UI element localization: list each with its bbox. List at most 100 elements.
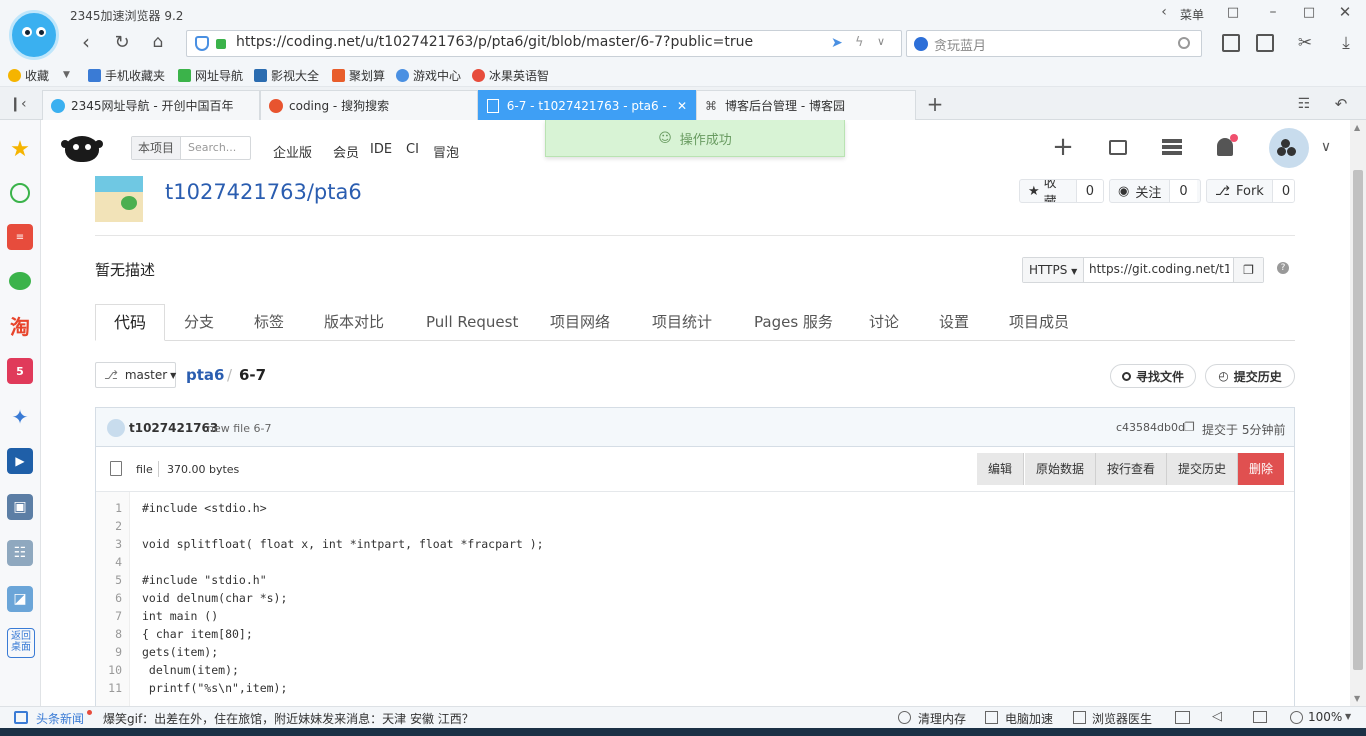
tab-sogou[interactable]: coding - 搜狗搜索	[260, 90, 478, 120]
star-icon[interactable]: ★	[7, 136, 33, 162]
back-button[interactable]: ‹	[74, 30, 98, 54]
bookmark-games[interactable]: 游戏中心	[396, 66, 461, 84]
scope-label[interactable]: 本项目	[132, 137, 182, 159]
nav-ci[interactable]: CI	[406, 142, 419, 157]
coding-logo-icon[interactable]	[61, 132, 103, 162]
tab-pages[interactable]: Pages 服务	[754, 304, 833, 340]
bookmark-juhuasuan[interactable]: 聚划算	[332, 66, 385, 84]
protocol-select[interactable]: HTTPS ▼	[1023, 258, 1085, 282]
plus-icon[interactable]: +	[1051, 132, 1075, 162]
reader-icon[interactable]	[1256, 34, 1274, 52]
tab-cnblogs[interactable]: ⌘ 博客后台管理 - 博客园	[696, 90, 916, 120]
find-file-button[interactable]: 寻找文件	[1110, 364, 1196, 388]
news-label[interactable]: 头条新闻	[36, 710, 84, 727]
url-text[interactable]: https://coding.net/u/t1027421763/p/pta6/…	[236, 34, 753, 50]
tab-network[interactable]: 项目网络	[550, 304, 610, 340]
tab-coding-active[interactable]: 6-7 - t1027421763 - pta6 - C ✕	[478, 90, 696, 120]
copy-icon[interactable]: ❐	[1233, 258, 1263, 282]
taobao-icon[interactable]: 淘	[7, 312, 33, 339]
tab-members[interactable]: 项目成员	[1009, 304, 1069, 340]
breadcrumb-repo[interactable]: pta6	[186, 366, 224, 384]
tab-pull-request[interactable]: Pull Request	[426, 304, 518, 340]
new-tab-button[interactable]: +	[924, 92, 946, 116]
zoom-level[interactable]: 100%	[1308, 710, 1342, 724]
nav-ide[interactable]: IDE	[370, 142, 392, 157]
site-search-input[interactable]: Search...	[188, 141, 236, 154]
nav-member[interactable]: 会员	[333, 142, 359, 161]
search-icon[interactable]	[1178, 37, 1190, 49]
lightning-icon[interactable]: ϟ	[855, 35, 864, 50]
undo-icon[interactable]: ↶	[1326, 94, 1356, 114]
back-desktop-icon[interactable]: 返回桌面	[7, 628, 35, 658]
close-icon[interactable]: ✕	[1336, 3, 1354, 21]
game-icon[interactable]: ✦	[7, 404, 33, 430]
tab-compare[interactable]: 版本对比	[324, 304, 384, 340]
raw-button[interactable]: 原始数据	[1025, 453, 1097, 485]
discount-icon[interactable]: 5	[7, 358, 33, 384]
volume-icon[interactable]: ◁	[1212, 709, 1222, 724]
scroll-thumb[interactable]	[1353, 170, 1363, 670]
star-counter[interactable]: ★ 收藏 0	[1019, 179, 1104, 203]
branch-select[interactable]: ⎇ master ▼	[95, 362, 176, 388]
bookmark-video[interactable]: 影视大全	[254, 66, 319, 84]
file-history-button[interactable]: 提交历史	[1167, 453, 1239, 485]
tab-discuss[interactable]: 讨论	[869, 304, 899, 340]
avatar[interactable]	[1269, 128, 1309, 168]
calculator-icon[interactable]: ☷	[7, 540, 33, 566]
repo-title[interactable]: t1027421763/pta6	[165, 180, 362, 204]
site-search[interactable]: 本项目 Search...	[131, 136, 251, 160]
picture-icon[interactable]	[1175, 711, 1190, 724]
sidebar-toggle-icon[interactable]: ❙‹	[8, 95, 28, 113]
help-icon[interactable]: ?	[1277, 262, 1289, 274]
skin-icon[interactable]: □	[1224, 3, 1242, 21]
delete-button[interactable]: 删除	[1238, 453, 1285, 485]
clean-memory-button[interactable]: 清理内存	[918, 710, 966, 727]
doctor-button[interactable]: 浏览器医生	[1092, 710, 1152, 727]
tab-stats[interactable]: 项目统计	[652, 304, 712, 340]
home-button[interactable]: ⌂	[146, 30, 170, 54]
tab-code[interactable]: 代码	[95, 304, 165, 341]
watch-counter[interactable]: ◉ 关注 0	[1109, 179, 1201, 203]
chevron-down-icon[interactable]: ∨	[877, 35, 885, 48]
fork-counter[interactable]: ⎇ Fork 0	[1206, 179, 1295, 203]
commit-user[interactable]: t1027421763	[129, 421, 218, 435]
collapse-left-icon[interactable]: ‹	[1156, 4, 1172, 20]
bookmark-mobile[interactable]: 手机收藏夹	[88, 66, 165, 84]
search-box[interactable]: 贪玩蓝月	[906, 30, 1202, 57]
tab-tags[interactable]: 标签	[254, 304, 284, 340]
blame-button[interactable]: 按行查看	[1096, 453, 1168, 485]
toutiao-icon[interactable]: ≡	[7, 224, 33, 250]
tab-settings[interactable]: 设置	[939, 304, 969, 340]
download-icon[interactable]: ⤓	[1334, 31, 1358, 55]
history-button[interactable]: ◴ 提交历史	[1205, 364, 1295, 388]
minimize-icon[interactable]: –	[1264, 3, 1282, 21]
bookmark-english[interactable]: 冰果英语智	[472, 66, 549, 84]
bookmark-nav[interactable]: 网址导航	[178, 66, 243, 84]
server-icon[interactable]	[1162, 139, 1182, 155]
tab-2345[interactable]: 2345网址导航 - 开创中国百年	[42, 90, 260, 120]
zoom-chevron-icon[interactable]: ▼	[1345, 712, 1351, 721]
grid-icon[interactable]	[1222, 34, 1240, 52]
video-icon[interactable]: ▶	[7, 448, 33, 474]
bookmark-favorites[interactable]: 收藏 ▼	[8, 66, 70, 84]
tab-branches[interactable]: 分支	[184, 304, 214, 340]
rocket-icon[interactable]: ➤	[831, 35, 843, 51]
address-bar[interactable]: https://coding.net/u/t1027421763/p/pta6/…	[186, 30, 902, 57]
nav-enterprise[interactable]: 企业版	[273, 142, 312, 161]
eraser-icon[interactable]: ◪	[7, 586, 33, 612]
terminal-icon[interactable]	[1109, 140, 1127, 155]
chevron-down-icon[interactable]: ∨	[1317, 138, 1335, 156]
menu-label[interactable]: 菜单	[1180, 6, 1204, 23]
clock-icon[interactable]	[7, 180, 33, 206]
clone-url-input[interactable]: https://git.coding.net/t1	[1089, 262, 1229, 276]
computer-icon[interactable]: ▣	[7, 494, 33, 520]
scroll-up-icon[interactable]: ▲	[1354, 123, 1360, 132]
zoom-icon[interactable]	[1290, 711, 1303, 724]
search-input[interactable]: 贪玩蓝月	[934, 35, 986, 54]
news-ticker[interactable]: 爆笑gif：出差在外，住在旅馆，附近妹妹发来消息：天津 安徽 江西？	[103, 710, 474, 727]
speedup-button[interactable]: 电脑加速	[1005, 710, 1053, 727]
page-scrollbar[interactable]: ▲ ▼	[1350, 120, 1366, 706]
nav-bubble[interactable]: 冒泡	[433, 142, 459, 161]
edit-button[interactable]: 编辑	[977, 453, 1025, 485]
tools-icon[interactable]: ✂	[1290, 31, 1320, 55]
